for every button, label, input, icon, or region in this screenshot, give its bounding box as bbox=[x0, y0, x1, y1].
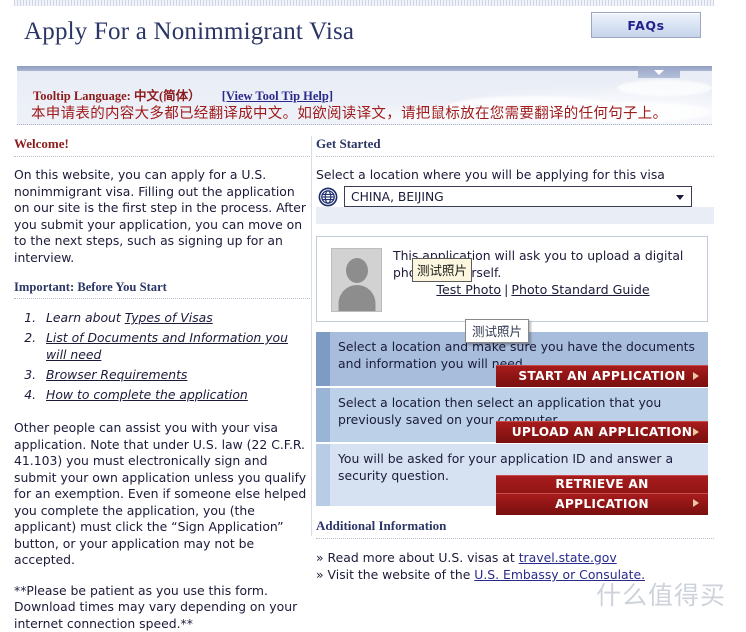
spacer bbox=[14, 569, 310, 583]
retrieve-an-application-button[interactable]: RETRIEVE AN APPLICATION bbox=[496, 475, 708, 513]
additional-links-list: » Read more about U.S. visas at travel.s… bbox=[316, 549, 714, 583]
spacer bbox=[14, 406, 310, 420]
location-label: Select a location where you will be appl… bbox=[316, 167, 714, 182]
panel-accent-bar bbox=[316, 388, 330, 442]
photo-links: Test Photo|Photo Standard Guide bbox=[393, 282, 693, 297]
step-prefix: Learn about bbox=[46, 310, 125, 325]
page-title: Apply For a Nonimmigrant Visa bbox=[24, 18, 354, 46]
tooltip-language-label: Tooltip Language: bbox=[33, 89, 131, 103]
list-item: How to complete the application bbox=[40, 386, 310, 403]
cta-label-line1: RETRIEVE AN bbox=[555, 478, 648, 491]
location-selected-value: CHINA, BEIJING bbox=[351, 190, 444, 204]
link-prefix: Read more about U.S. visas at bbox=[328, 550, 519, 565]
panel-accent-bar bbox=[316, 332, 330, 386]
retrieve-application-panel: You will be asked for your application I… bbox=[316, 444, 708, 506]
divider bbox=[316, 538, 714, 539]
browser-requirements-link[interactable]: Browser Requirements bbox=[46, 367, 187, 382]
avatar-body bbox=[338, 285, 375, 312]
test-photo-link[interactable]: Test Photo bbox=[436, 282, 501, 297]
photo-info-box: This application will ask you to upload … bbox=[316, 236, 708, 322]
patience-note-text: **Please be patient as you use this form… bbox=[14, 583, 310, 632]
link-separator: | bbox=[504, 282, 508, 297]
cta-label: UPLOAD AN APPLICATION bbox=[512, 426, 693, 439]
arrow-right-icon bbox=[693, 428, 699, 436]
left-column: Welcome! On this website, you can apply … bbox=[14, 136, 310, 632]
travel-state-gov-link[interactable]: travel.state.gov bbox=[519, 550, 617, 565]
get-started-heading: Get Started bbox=[316, 136, 714, 156]
list-item: Learn about Types of Visas bbox=[40, 309, 310, 326]
page-root: Apply For a Nonimmigrant Visa FAQs Toolt… bbox=[0, 0, 746, 621]
link-prefix: Visit the website of the bbox=[328, 567, 475, 582]
welcome-intro-text: On this website, you can apply for a U.S… bbox=[14, 167, 310, 266]
list-item: » Read more about U.S. visas at travel.s… bbox=[316, 549, 714, 566]
documents-list-link[interactable]: List of Documents and Information you wi… bbox=[46, 330, 288, 362]
upload-an-application-button[interactable]: UPLOAD AN APPLICATION bbox=[496, 421, 708, 443]
view-tooltip-help-link[interactable]: [View Tool Tip Help] bbox=[222, 89, 333, 103]
bullet-icon: » bbox=[316, 567, 324, 582]
tooltip-test-photo-cream: 测试照片 bbox=[412, 258, 472, 282]
action-panels: Select a location and make sure you have… bbox=[316, 332, 714, 506]
chevron-down-icon bbox=[654, 70, 664, 75]
assistance-note-text: Other people can assist you with your vi… bbox=[14, 420, 310, 569]
cta-label: START AN APPLICATION bbox=[518, 370, 685, 383]
welcome-heading: Welcome! bbox=[14, 136, 310, 156]
faqs-button[interactable]: FAQs bbox=[591, 12, 701, 38]
globe-icon bbox=[318, 187, 338, 207]
divider bbox=[316, 156, 714, 157]
right-column: Get Started Select a location where you … bbox=[316, 136, 714, 583]
additional-information-heading: Additional Information bbox=[316, 518, 714, 538]
top-decorative-strip bbox=[14, 0, 714, 6]
list-item: List of Documents and Information you wi… bbox=[40, 329, 310, 363]
arrow-right-icon bbox=[693, 372, 699, 380]
location-select[interactable]: CHINA, BEIJING bbox=[344, 186, 692, 207]
banner-collapse-toggle[interactable] bbox=[638, 66, 680, 78]
avatar-head bbox=[346, 258, 368, 283]
divider bbox=[14, 156, 310, 157]
embassy-consulate-link[interactable]: U.S. Embassy or Consulate. bbox=[474, 567, 645, 582]
list-item: » Visit the website of the U.S. Embassy … bbox=[316, 566, 714, 583]
tooltip-notice-text: 本申请表的内容大多都已经翻译成中文。如欲阅读译文，请把鼠标放在您需要翻译的任何句… bbox=[31, 102, 667, 123]
divider bbox=[14, 298, 310, 299]
cta-label-line2: APPLICATION bbox=[496, 493, 708, 515]
world-map-decoration bbox=[617, 80, 712, 96]
bullet-icon: » bbox=[316, 550, 324, 565]
photo-standard-guide-link[interactable]: Photo Standard Guide bbox=[511, 282, 649, 297]
additional-information-section: Additional Information » Read more about… bbox=[316, 518, 714, 583]
location-row: CHINA, BEIJING bbox=[316, 186, 714, 224]
arrow-right-icon bbox=[693, 499, 699, 507]
person-silhouette-icon bbox=[331, 248, 382, 312]
panel-accent-bar bbox=[316, 444, 330, 506]
column-divider bbox=[311, 136, 312, 536]
start-an-application-button[interactable]: START AN APPLICATION bbox=[496, 365, 708, 387]
before-you-start-list: Learn about Types of Visas List of Docum… bbox=[14, 309, 310, 403]
upload-application-panel: Select a location then select an applica… bbox=[316, 388, 708, 442]
list-item: Browser Requirements bbox=[40, 366, 310, 383]
chevron-down-icon bbox=[676, 195, 684, 200]
types-of-visas-link[interactable]: Types of Visas bbox=[125, 310, 213, 325]
how-to-complete-link[interactable]: How to complete the application bbox=[46, 387, 248, 402]
important-heading: Important: Before You Start bbox=[14, 280, 310, 298]
tooltip-language-value: 中文(简体） bbox=[134, 89, 201, 103]
tooltip-language-banner: Tooltip Language: 中文(简体） [View Tool Tip … bbox=[17, 66, 712, 125]
spacer bbox=[14, 266, 310, 280]
tooltip-test-photo-white: 测试照片 bbox=[465, 319, 529, 343]
